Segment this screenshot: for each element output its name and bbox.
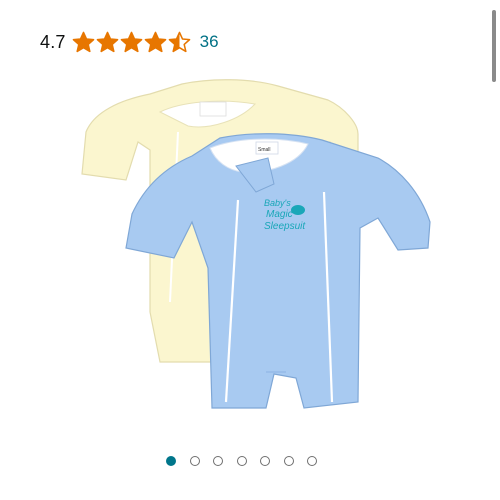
star-full-icon xyxy=(144,31,166,52)
rating-value: 4.7 xyxy=(40,31,66,52)
star-half-icon xyxy=(168,31,190,52)
carousel-dot-4[interactable] xyxy=(236,456,247,466)
review-count-link[interactable]: 36 xyxy=(200,32,219,52)
star-full-icon xyxy=(120,31,142,52)
carousel-dot-7[interactable] xyxy=(307,456,317,466)
size-tag: Small xyxy=(258,147,271,153)
carousel-dot-5[interactable] xyxy=(260,456,270,466)
carousel-dot-1[interactable] xyxy=(166,456,176,466)
star-full-icon xyxy=(96,31,118,52)
rating-row[interactable]: 4.7 36 xyxy=(40,28,219,56)
carousel-dots[interactable] xyxy=(166,456,331,466)
garment-label-mid: Magic xyxy=(266,209,293,220)
logo-icon xyxy=(291,205,305,215)
product-image[interactable]: Baby's Magic Sleepsuit Small xyxy=(60,72,450,442)
carousel-dot-6[interactable] xyxy=(283,456,294,466)
garment-label-bottom: Sleepsuit xyxy=(264,221,306,232)
star-full-icon xyxy=(72,31,94,52)
carousel-dot-2[interactable] xyxy=(189,456,200,466)
garment-label-top: Baby's xyxy=(264,198,291,208)
sleepsuits-illustration: Baby's Magic Sleepsuit Small xyxy=(81,79,431,409)
scrollbar[interactable] xyxy=(492,10,496,82)
star-rating xyxy=(72,31,192,54)
carousel-dot-3[interactable] xyxy=(213,456,223,466)
